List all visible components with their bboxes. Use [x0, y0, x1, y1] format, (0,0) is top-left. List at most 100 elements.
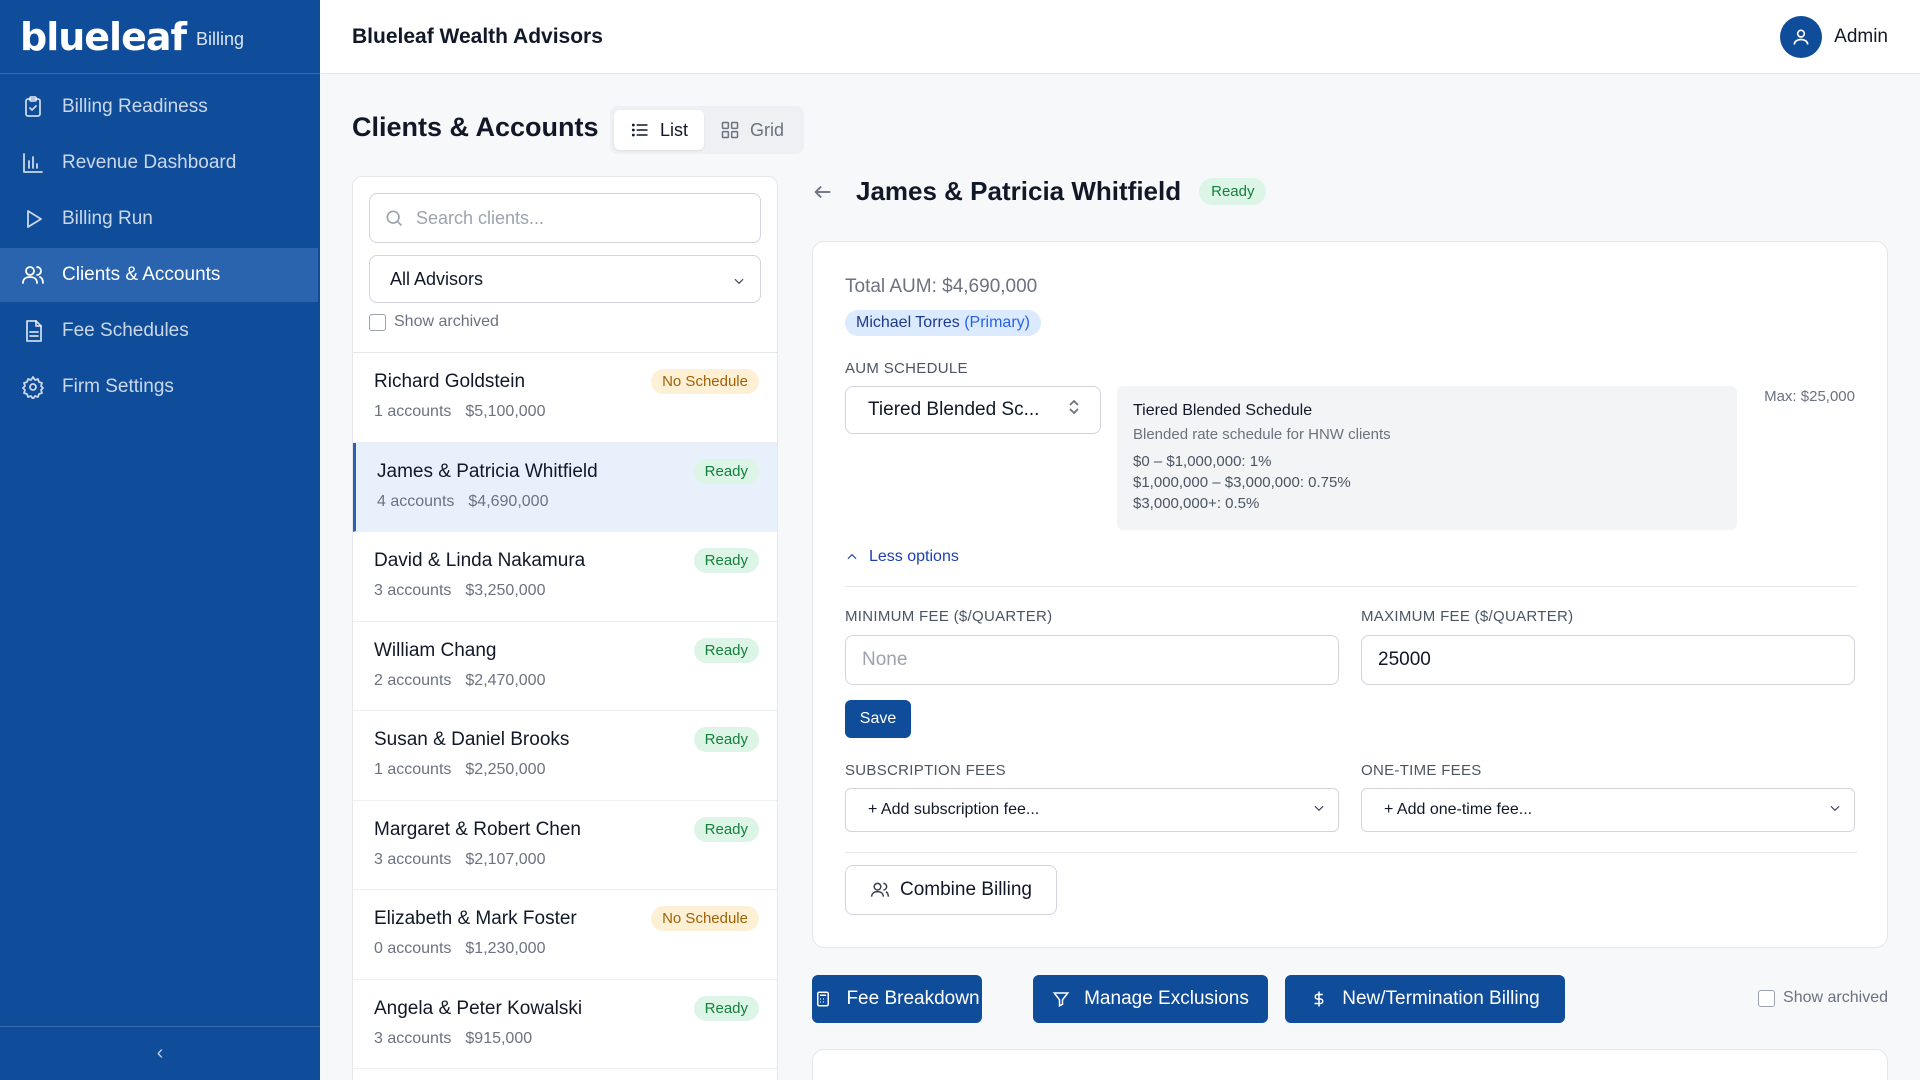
status-badge: Ready	[693, 816, 759, 842]
divider	[845, 586, 1857, 587]
chevron-up-down-icon	[1066, 398, 1082, 422]
play-icon	[20, 206, 46, 232]
sidebar-item-label: Revenue Dashboard	[62, 152, 237, 173]
less-options-toggle[interactable]: Less options	[845, 548, 959, 566]
account-count: 0 accounts	[374, 940, 452, 957]
advisor-filter-select[interactable]: All Advisors	[369, 255, 761, 303]
list-item[interactable]: Richard Goldstein 1 accounts $5,100,000 N…	[353, 353, 777, 443]
save-button[interactable]: Save	[845, 700, 911, 738]
sidebar-item-revenue-dashboard[interactable]: Revenue Dashboard	[0, 136, 320, 190]
gear-icon	[20, 374, 46, 400]
subscription-fee-select[interactable]: + Add subscription fee...	[845, 788, 1339, 832]
advisor-name: Michael Torres	[856, 314, 960, 331]
chevron-up-icon	[847, 553, 857, 560]
sidebar-nav: Billing Readiness Revenue Dashboard Bill…	[0, 80, 320, 414]
fee-breakdown-label: Fee Breakdown	[846, 988, 980, 1009]
combine-billing-label: Combine Billing	[899, 879, 1032, 900]
sidebar: blueleaf Billing Billing Readiness Reven…	[0, 0, 320, 1080]
status-badge: No Schedule	[651, 906, 759, 931]
user-menu[interactable]: Admin	[1780, 15, 1888, 58]
grid-icon	[721, 121, 739, 139]
less-options-label: Less options	[869, 548, 959, 565]
list-item[interactable]: Susan & Daniel Brooks 1 accounts $2,250,0…	[353, 711, 777, 801]
sidebar-item-clients-accounts[interactable]: Clients & Accounts	[0, 248, 318, 302]
chevron-left-icon: ‹	[156, 1042, 164, 1064]
client-aum: $915,000	[465, 1029, 533, 1047]
chevron-down-icon	[1312, 801, 1326, 820]
schedule-tier: $3,000,000+: 0.5%	[1133, 495, 1260, 512]
show-archived-accounts-row: Show archived	[1758, 989, 1888, 1007]
max-fee-label: MAXIMUM FEE ($/QUARTER)	[1361, 608, 1574, 625]
min-fee-label: MINIMUM FEE ($/QUARTER)	[845, 608, 1053, 625]
client-aum: $3,250,000	[465, 582, 546, 599]
aum-schedule-select[interactable]: Tiered Blended Sc...	[845, 386, 1101, 434]
client-list-panel: All Advisors Show archived Richard Golds…	[352, 176, 778, 1080]
client-aum: $2,470,000	[465, 671, 546, 689]
sidebar-item-label: Billing Run	[62, 208, 153, 229]
search-input[interactable]	[416, 207, 736, 229]
status-badge: Ready	[1199, 178, 1267, 205]
divider	[845, 852, 1857, 853]
logo: blueleaf	[20, 14, 187, 59]
document-icon	[20, 318, 46, 344]
users-icon	[20, 262, 46, 288]
list-item[interactable]: Elizabeth & Mark Foster 0 accounts $1,230…	[353, 890, 777, 980]
view-list-button[interactable]: List	[614, 110, 705, 150]
status-badge: Ready	[693, 637, 759, 663]
show-archived-accounts-label: Show archived	[1783, 989, 1888, 1006]
firm-name: Blueleaf Wealth Advisors	[352, 24, 603, 48]
client-meta: 1 accounts $2,250,000	[374, 761, 759, 779]
view-grid-button[interactable]: Grid	[704, 110, 800, 150]
one-time-fee-select[interactable]: + Add one-time fee...	[1361, 788, 1855, 832]
list-item[interactable]: William Chang 2 accounts $2,470,000 Ready	[353, 622, 777, 711]
sidebar-item-label: Fee Schedules	[62, 320, 189, 341]
advisor-chip[interactable]: Michael Torres (Primary)	[845, 310, 1041, 336]
client-aum: $2,107,000	[465, 850, 546, 868]
sidebar-item-label: Firm Settings	[62, 376, 174, 397]
show-archived-accounts-checkbox[interactable]	[1758, 989, 1776, 1007]
page-title: Clients & Accounts	[352, 112, 599, 142]
back-arrow-icon[interactable]	[812, 181, 834, 203]
list-item[interactable]: David & Linda Nakamura 3 accounts $3,250,…	[353, 532, 777, 622]
accounts-card	[812, 1049, 1888, 1080]
show-archived-checkbox[interactable]	[369, 313, 386, 331]
client-meta: 3 accounts $2,107,000	[374, 851, 759, 869]
account-count: 1 accounts	[374, 403, 452, 420]
new-termination-billing-label: New/Termination Billing	[1342, 988, 1540, 1009]
client-list: Richard Goldstein 1 accounts $5,100,000 N…	[353, 352, 777, 1069]
status-badge: Ready	[693, 458, 759, 484]
client-meta: 4 accounts $4,690,000	[377, 493, 759, 511]
list-item[interactable]: Margaret & Robert Chen 3 accounts $2,107,…	[353, 801, 777, 890]
status-badge: Ready	[693, 548, 759, 573]
client-detail-card: Total AUM: $4,690,000 Michael Torres (Pr…	[812, 241, 1888, 948]
advisor-filter-value: All Advisors	[390, 268, 484, 289]
schedule-tiers: $0 – $1,000,000: 1% $1,000,000 – $3,000,…	[1133, 451, 1721, 514]
new-termination-billing-button[interactable]: New/Termination Billing	[1285, 975, 1565, 1023]
sidebar-item-firm-settings[interactable]: Firm Settings	[0, 360, 320, 414]
sidebar-item-billing-run[interactable]: Billing Run	[0, 192, 320, 246]
status-badge: Ready	[693, 727, 759, 752]
client-meta: 2 accounts $2,470,000	[374, 672, 759, 690]
show-archived-label: Show archived	[394, 313, 499, 330]
client-aum: $5,100,000	[465, 403, 546, 420]
list-item[interactable]: James & Patricia Whitfield 4 accounts $4,…	[353, 442, 777, 532]
aum-schedule-value: Tiered Blended Sc...	[868, 399, 1040, 420]
client-meta: 3 accounts $3,250,000	[374, 582, 759, 600]
advisor-role: (Primary)	[964, 314, 1030, 331]
one-time-fees-label: ONE-TIME FEES	[1361, 762, 1482, 779]
fee-breakdown-button[interactable]: Fee Breakdown	[812, 975, 982, 1023]
dollar-icon	[1314, 991, 1324, 1007]
min-fee-input[interactable]	[845, 635, 1339, 685]
max-fee-input[interactable]	[1361, 635, 1855, 685]
sidebar-item-fee-schedules[interactable]: Fee Schedules	[0, 304, 320, 358]
sidebar-collapse-button[interactable]: ‹	[0, 1026, 320, 1080]
list-item[interactable]: Angela & Peter Kowalski 3 accounts $915,0…	[353, 980, 777, 1069]
brand: blueleaf Billing	[0, 0, 320, 74]
manage-exclusions-button[interactable]: Manage Exclusions	[1033, 975, 1268, 1023]
combine-billing-button[interactable]: Combine Billing	[845, 865, 1057, 915]
client-title: James & Patricia Whitfield	[856, 176, 1182, 206]
filter-icon	[1052, 992, 1070, 1007]
avatar	[1780, 15, 1823, 58]
sidebar-item-billing-readiness[interactable]: Billing Readiness	[0, 80, 320, 134]
account-count: 4 accounts	[377, 492, 455, 510]
